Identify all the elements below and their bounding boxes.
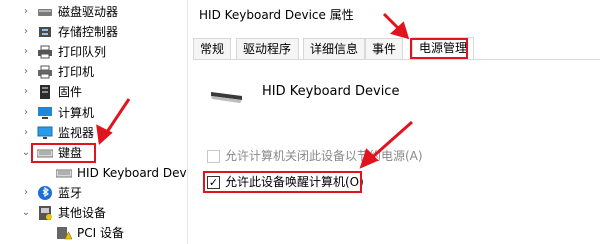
allow-off-label: 允许计算机关闭此设备以节约电源(A) — [225, 149, 423, 163]
printer-icon — [38, 65, 52, 79]
collapse-chevron-icon[interactable]: ⌄ — [21, 143, 31, 163]
other-devices-icon — [39, 206, 52, 220]
computer-icon — [38, 107, 52, 119]
bluetooth-icon — [38, 186, 52, 200]
monitor-icon — [37, 126, 53, 139]
tree-item-monitors[interactable]: › 监视器 — [0, 123, 187, 143]
device-tree: › 磁盘驱动器 › 存储控制器 › 打印队列 › 打印机 › 固件 › 计算机 … — [0, 0, 187, 244]
tree-item-label: 计算机 — [58, 106, 95, 120]
keyboard-device-icon — [56, 169, 72, 178]
tree-item-label: 蓝牙 — [58, 186, 83, 200]
tree-item-bluetooth[interactable]: › 蓝牙 — [0, 183, 187, 203]
tab-general[interactable]: 常规 — [193, 38, 231, 59]
expand-chevron-icon[interactable]: › — [21, 183, 31, 203]
allow-off-checkbox[interactable] — [207, 150, 220, 163]
tree-item-label: 打印队列 — [58, 45, 107, 59]
annotation-box-wake-option — [203, 171, 362, 193]
tab-divider — [193, 59, 600, 60]
expand-chevron-icon[interactable]: › — [21, 123, 31, 143]
expand-chevron-icon[interactable]: › — [21, 82, 31, 102]
disk-drive-icon — [38, 9, 52, 16]
tree-item-label: 监视器 — [58, 126, 95, 140]
tree-item-label: 其他设备 — [58, 206, 107, 220]
annotation-box-power-tab — [410, 38, 468, 59]
tree-item-computer[interactable]: › 计算机 — [0, 103, 187, 123]
print-queue-icon — [38, 45, 52, 59]
tree-item-print-queues[interactable]: › 打印队列 — [0, 42, 187, 62]
collapse-chevron-icon[interactable]: ⌄ — [21, 203, 31, 223]
properties-dialog — [188, 0, 600, 244]
keyboard-device-large-icon — [211, 92, 242, 103]
tree-item-label: 固件 — [58, 85, 83, 99]
expand-chevron-icon[interactable]: › — [21, 2, 31, 22]
tree-item-storage-controllers[interactable]: › 存储控制器 — [0, 22, 187, 42]
expand-chevron-icon[interactable]: › — [21, 103, 31, 123]
tree-item-other-devices[interactable]: ⌄ 其他设备 — [0, 203, 187, 223]
tree-item-disk-drives[interactable]: › 磁盘驱动器 — [0, 2, 187, 22]
expand-chevron-icon[interactable]: › — [21, 62, 31, 82]
tree-item-printers[interactable]: › 打印机 — [0, 62, 187, 82]
pci-device-warning-icon — [57, 227, 72, 240]
tree-item-label: 存储控制器 — [58, 25, 119, 39]
tab-details[interactable]: 详细信息 — [303, 38, 365, 59]
tree-item-label: PCI 设备 — [77, 226, 124, 240]
expand-chevron-icon[interactable]: › — [21, 42, 31, 62]
annotation-box-keyboards — [31, 143, 96, 163]
tree-item-label: 打印机 — [58, 65, 95, 79]
tree-item-hid-keyboard-device[interactable]: HID Keyboard Device — [0, 163, 187, 183]
expand-chevron-icon[interactable]: › — [21, 22, 31, 42]
tree-item-label: HID Keyboard Device — [77, 166, 187, 180]
tree-item-firmware[interactable]: › 固件 — [0, 82, 187, 102]
tab-events[interactable]: 事件 — [365, 38, 403, 59]
dialog-title: HID Keyboard Device 属性 — [199, 8, 354, 22]
firmware-icon — [40, 85, 50, 99]
tab-driver[interactable]: 驱动程序 — [236, 38, 299, 59]
device-name: HID Keyboard Device — [262, 84, 400, 99]
tree-item-pci-device[interactable]: PCI 设备 — [0, 223, 187, 243]
storage-controller-icon — [39, 27, 51, 37]
tree-item-label: 磁盘驱动器 — [58, 5, 119, 19]
